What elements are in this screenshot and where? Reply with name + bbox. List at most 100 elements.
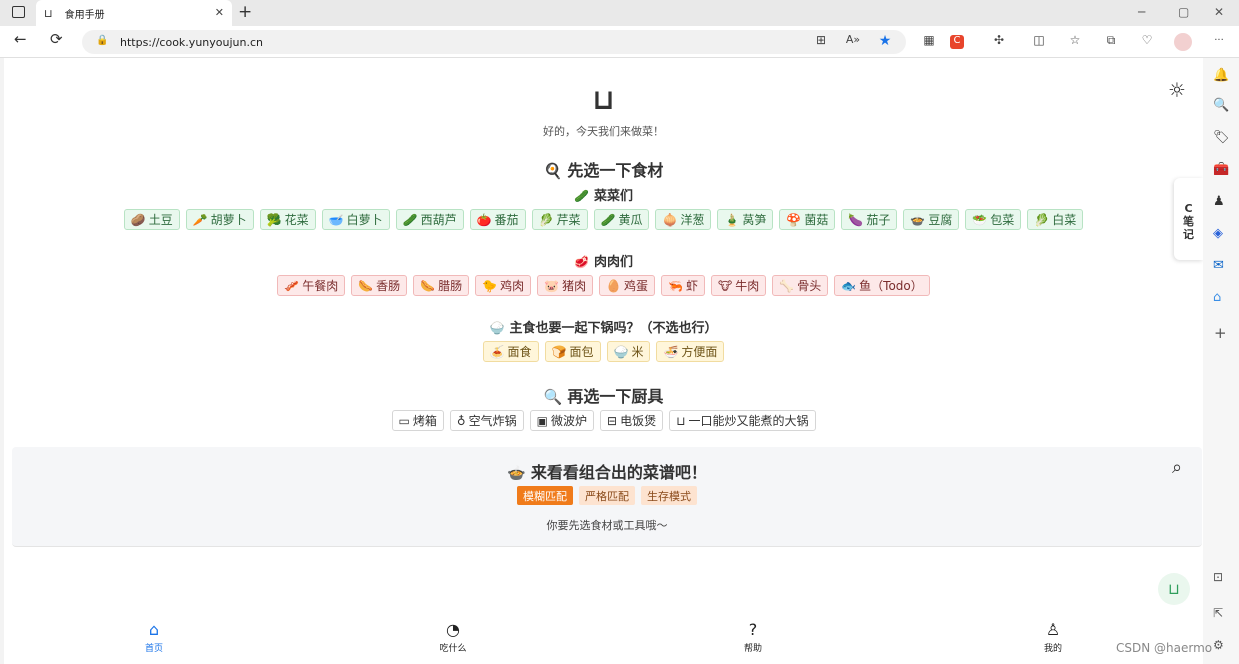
- veg-chip-tomato[interactable]: 🍅 番茄: [469, 209, 526, 230]
- screenshot-icon[interactable]: ⊡: [1213, 570, 1223, 584]
- veg-chip-potato[interactable]: 🥔 土豆: [123, 209, 180, 230]
- veg-chip-carrot[interactable]: 🥕 胡萝卜: [185, 209, 254, 230]
- nav-what-to-eat[interactable]: ◔ 吃什么: [423, 620, 483, 654]
- bamboo-icon: 🎍: [724, 212, 740, 227]
- outlook-icon[interactable]: ✉: [1213, 258, 1224, 273]
- veg-label: 番茄: [494, 213, 519, 227]
- veg-label: 洋葱: [680, 213, 705, 227]
- avatar[interactable]: [1174, 33, 1192, 51]
- external-link-icon[interactable]: ⇱: [1213, 606, 1223, 620]
- csdn-notes-tab[interactable]: C 笔 记: [1174, 178, 1203, 260]
- games-icon[interactable]: ♟: [1213, 194, 1225, 209]
- sausage-icon: 🌭: [420, 278, 436, 293]
- search-icon[interactable]: ⌕: [1172, 457, 1182, 478]
- meat-chip-shrimp[interactable]: 🦐 虾: [661, 275, 706, 296]
- veg-chip-radish[interactable]: 🥣 白萝卜: [321, 209, 390, 230]
- bottom-navigation: ⌂ 首页 ◔ 吃什么 ? 帮助 ♙ 我的: [4, 613, 1203, 664]
- tomato-icon: 🍅: [476, 212, 492, 227]
- settings-gear-icon[interactable]: ⚙: [1213, 638, 1224, 652]
- veg-chip-celery[interactable]: 🥬 芹菜: [531, 209, 588, 230]
- fuzzy-match-button[interactable]: 模糊匹配: [517, 486, 573, 505]
- shopping-tag-icon[interactable]: 🏷: [1213, 130, 1230, 145]
- staple-chip-noodles[interactable]: 🍝 面食: [482, 341, 539, 362]
- meat-chip-fish[interactable]: 🐟 鱼（Todo）: [834, 275, 930, 296]
- home-icon: ⌂: [148, 620, 160, 639]
- add-sidebar-icon[interactable]: +: [1214, 324, 1227, 342]
- veg-label: 黄瓜: [618, 213, 643, 227]
- veg-chip-onion[interactable]: 🧅 洋葱: [655, 209, 712, 230]
- bowl-icon: 🥣: [328, 212, 344, 227]
- tool-chip-rice-cooker[interactable]: ⊟ 电饭煲: [600, 410, 664, 431]
- tab-actions-icon[interactable]: [12, 6, 25, 18]
- copilot-icon[interactable]: ◈: [1213, 226, 1223, 241]
- collections-icon[interactable]: ⧉: [1102, 33, 1120, 48]
- nav-mine[interactable]: ♙ 我的: [1023, 620, 1083, 654]
- veg-chip-lettuce-stem[interactable]: 🎍 莴笋: [717, 209, 774, 230]
- bell-icon[interactable]: 🔔: [1213, 68, 1229, 83]
- leafy-green-icon: 🥬: [538, 212, 554, 227]
- nav-label: 帮助: [743, 644, 762, 654]
- tool-chip-oven[interactable]: ▭ 烤箱: [391, 410, 444, 431]
- meat-chip-pork[interactable]: 🐷 猪肉: [537, 275, 594, 296]
- minimize-button[interactable]: ─: [1138, 5, 1145, 19]
- meat-chip-egg[interactable]: 🥚 鸡蛋: [599, 275, 656, 296]
- carrot-icon: 🥕: [192, 212, 208, 227]
- veg-chip-cucumber[interactable]: 🥒 黄瓜: [593, 209, 650, 230]
- nav-help[interactable]: ? 帮助: [723, 620, 783, 654]
- url-field[interactable]: 🔒 https://cook.yunyoujun.cn: [82, 30, 906, 54]
- back-button[interactable]: ←: [14, 30, 27, 48]
- ingredients-title: 先选一下食材: [567, 161, 664, 180]
- favorite-star-icon[interactable]: ★: [876, 33, 894, 49]
- drop-icon[interactable]: ⌂: [1213, 290, 1221, 305]
- nav-home[interactable]: ⌂ 首页: [124, 620, 184, 654]
- staple-chip-bread[interactable]: 🍞 面包: [544, 341, 601, 362]
- close-window-button[interactable]: ✕: [1214, 5, 1224, 19]
- extension-icon[interactable]: ▦: [920, 33, 938, 47]
- tool-label: 微波炉: [551, 414, 588, 428]
- staple-chip-instant-noodles[interactable]: 🍜 方便面: [656, 341, 725, 362]
- meat-chip-chicken[interactable]: 🐤 鸡肉: [475, 275, 532, 296]
- toolbox-icon[interactable]: 🧰: [1213, 162, 1229, 177]
- read-aloud-icon[interactable]: A»: [844, 33, 862, 46]
- search-sidebar-icon[interactable]: 🔍: [1213, 98, 1229, 113]
- performance-icon[interactable]: ♡: [1138, 33, 1156, 47]
- veg-chip-cabbage[interactable]: 🥗 包菜: [965, 209, 1022, 230]
- meat-chip-luncheon[interactable]: 🥓 午餐肉: [277, 275, 346, 296]
- favorites-icon[interactable]: ☆: [1066, 33, 1084, 47]
- strict-match-button[interactable]: 严格匹配: [579, 486, 635, 505]
- meat-chip-bone[interactable]: 🦴 骨头: [772, 275, 829, 296]
- survival-mode-button[interactable]: 生存模式: [641, 486, 697, 505]
- nav-label: 首页: [144, 644, 163, 654]
- veg-chip-mushroom[interactable]: 🍄 菌菇: [779, 209, 836, 230]
- meat-chip-sausage[interactable]: 🌭 香肠: [351, 275, 408, 296]
- veg-chip-tofu[interactable]: 🍲 豆腐: [903, 209, 960, 230]
- veg-chip-cauliflower[interactable]: 🥦 花菜: [259, 209, 316, 230]
- tool-label: 空气炸锅: [468, 414, 517, 428]
- veg-chip-eggplant[interactable]: 🍆 茄子: [841, 209, 898, 230]
- tool-chip-air-fryer[interactable]: ♁ 空气炸锅: [449, 410, 524, 431]
- browser-tab[interactable]: ⊔ 食用手册 ✕: [36, 0, 232, 26]
- cucumber-icon: 🥒: [600, 212, 616, 227]
- reload-button[interactable]: ⟳: [50, 30, 63, 48]
- veg-label: 胡萝卜: [210, 213, 247, 227]
- staple-chip-rice[interactable]: 🍚 米: [606, 341, 651, 362]
- new-tab-button[interactable]: +: [238, 2, 252, 22]
- staple-label: 方便面: [681, 345, 718, 359]
- veg-chip-bok-choy[interactable]: 🥬 白菜: [1027, 209, 1084, 230]
- staples-title: 主食也要一起下锅吗？（不选也行）: [509, 321, 718, 336]
- veg-chip-zucchini[interactable]: 🥒 西葫芦: [395, 209, 464, 230]
- maximize-button[interactable]: ▢: [1178, 5, 1189, 19]
- meat-label: 腊肠: [438, 279, 463, 293]
- app-icon[interactable]: ⊞: [812, 33, 830, 47]
- tool-chip-wok[interactable]: ⊔ 一口能炒又能煮的大锅: [669, 410, 816, 431]
- tab-close-icon[interactable]: ✕: [215, 6, 224, 19]
- puzzle-icon[interactable]: ✣: [990, 33, 1008, 47]
- split-screen-icon[interactable]: ◫: [1030, 33, 1048, 47]
- floating-pot-button[interactable]: ⊔: [1158, 573, 1190, 605]
- meat-chip-beef[interactable]: 🐮 牛肉: [711, 275, 767, 296]
- user-icon: ♙: [1045, 620, 1061, 639]
- meat-chip-cured-sausage[interactable]: 🌭 腊肠: [413, 275, 470, 296]
- tool-chip-microwave[interactable]: ▣ 微波炉: [529, 410, 595, 431]
- browser-menu-button[interactable]: ···: [1210, 35, 1228, 46]
- csdn-extension-icon[interactable]: C: [950, 35, 964, 49]
